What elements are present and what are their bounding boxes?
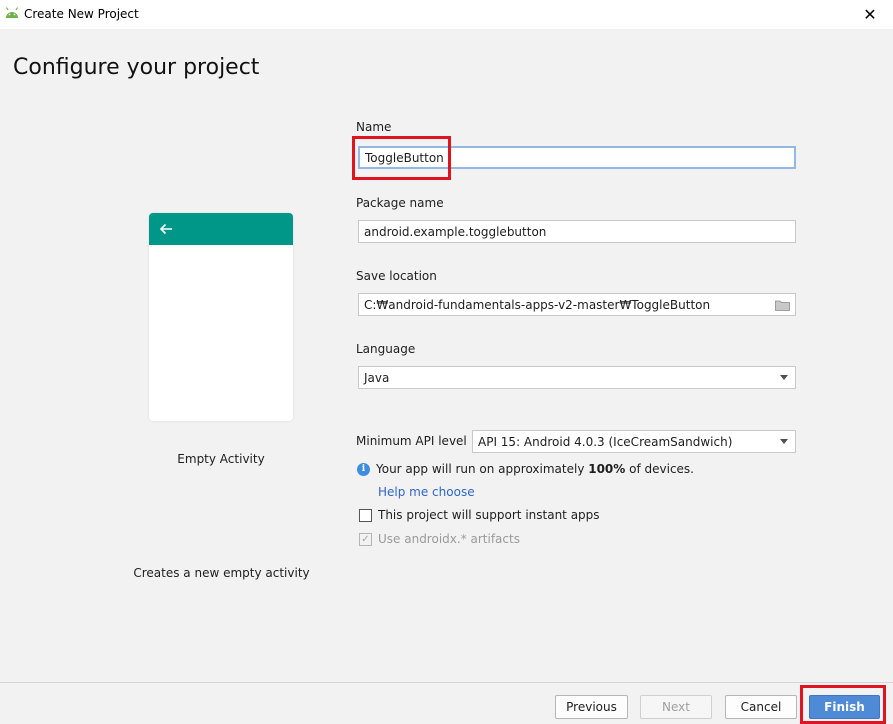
template-name: Empty Activity [177,452,265,466]
min-api-label: Minimum API level [356,434,467,448]
instant-apps-label: This project will support instant apps [378,508,600,522]
instant-apps-checkbox[interactable] [359,508,372,522]
api-info: i Your app will run on approximately 100… [357,462,694,476]
chevron-down-icon [780,439,788,444]
template-description: Creates a new empty activity [133,566,310,580]
title-bar: Create New Project ✕ [0,0,893,29]
language-label: Language [356,342,416,356]
arrow-left-icon [159,223,172,235]
next-button[interactable]: Next [640,695,712,719]
instant-apps-option[interactable]: This project will support instant apps [359,508,600,522]
cancel-button[interactable]: Cancel [725,695,797,719]
name-input[interactable] [358,146,796,169]
finish-button[interactable]: Finish [809,695,880,719]
androidx-option: ✓ Use androidx.* artifacts [359,532,520,546]
page-title: Configure your project [13,55,260,80]
save-location-value: C:₩android-fundamentals-apps-v2-master₩T… [364,297,711,312]
min-api-select[interactable]: API 15: Android 4.0.3 (IceCreamSandwich) [472,430,796,453]
template-preview [149,213,293,421]
name-label: Name [356,120,392,134]
androidx-checkbox: ✓ [359,532,372,546]
package-name-field[interactable]: android.example.togglebutton [358,220,796,243]
window-title: Create New Project [24,7,139,21]
language-select[interactable]: Java [358,366,796,389]
footer-divider [0,682,893,683]
min-api-value: API 15: Android 4.0.3 (IceCreamSandwich) [478,434,733,449]
package-label: Package name [356,196,444,210]
preview-app-bar [149,213,293,245]
android-icon [5,7,19,18]
close-icon[interactable]: ✕ [847,0,893,29]
help-me-choose-link[interactable]: Help me choose [378,485,475,499]
folder-icon[interactable] [775,299,790,311]
chevron-down-icon [780,375,788,380]
androidx-label: Use androidx.* artifacts [378,532,520,546]
info-icon: i [357,462,370,476]
save-location-label: Save location [356,269,437,283]
previous-button[interactable]: Previous [555,695,628,719]
language-value: Java [364,370,390,385]
save-location-field[interactable]: C:₩android-fundamentals-apps-v2-master₩T… [358,293,796,316]
api-info-text: Your app will run on approximately 100% … [376,462,694,476]
